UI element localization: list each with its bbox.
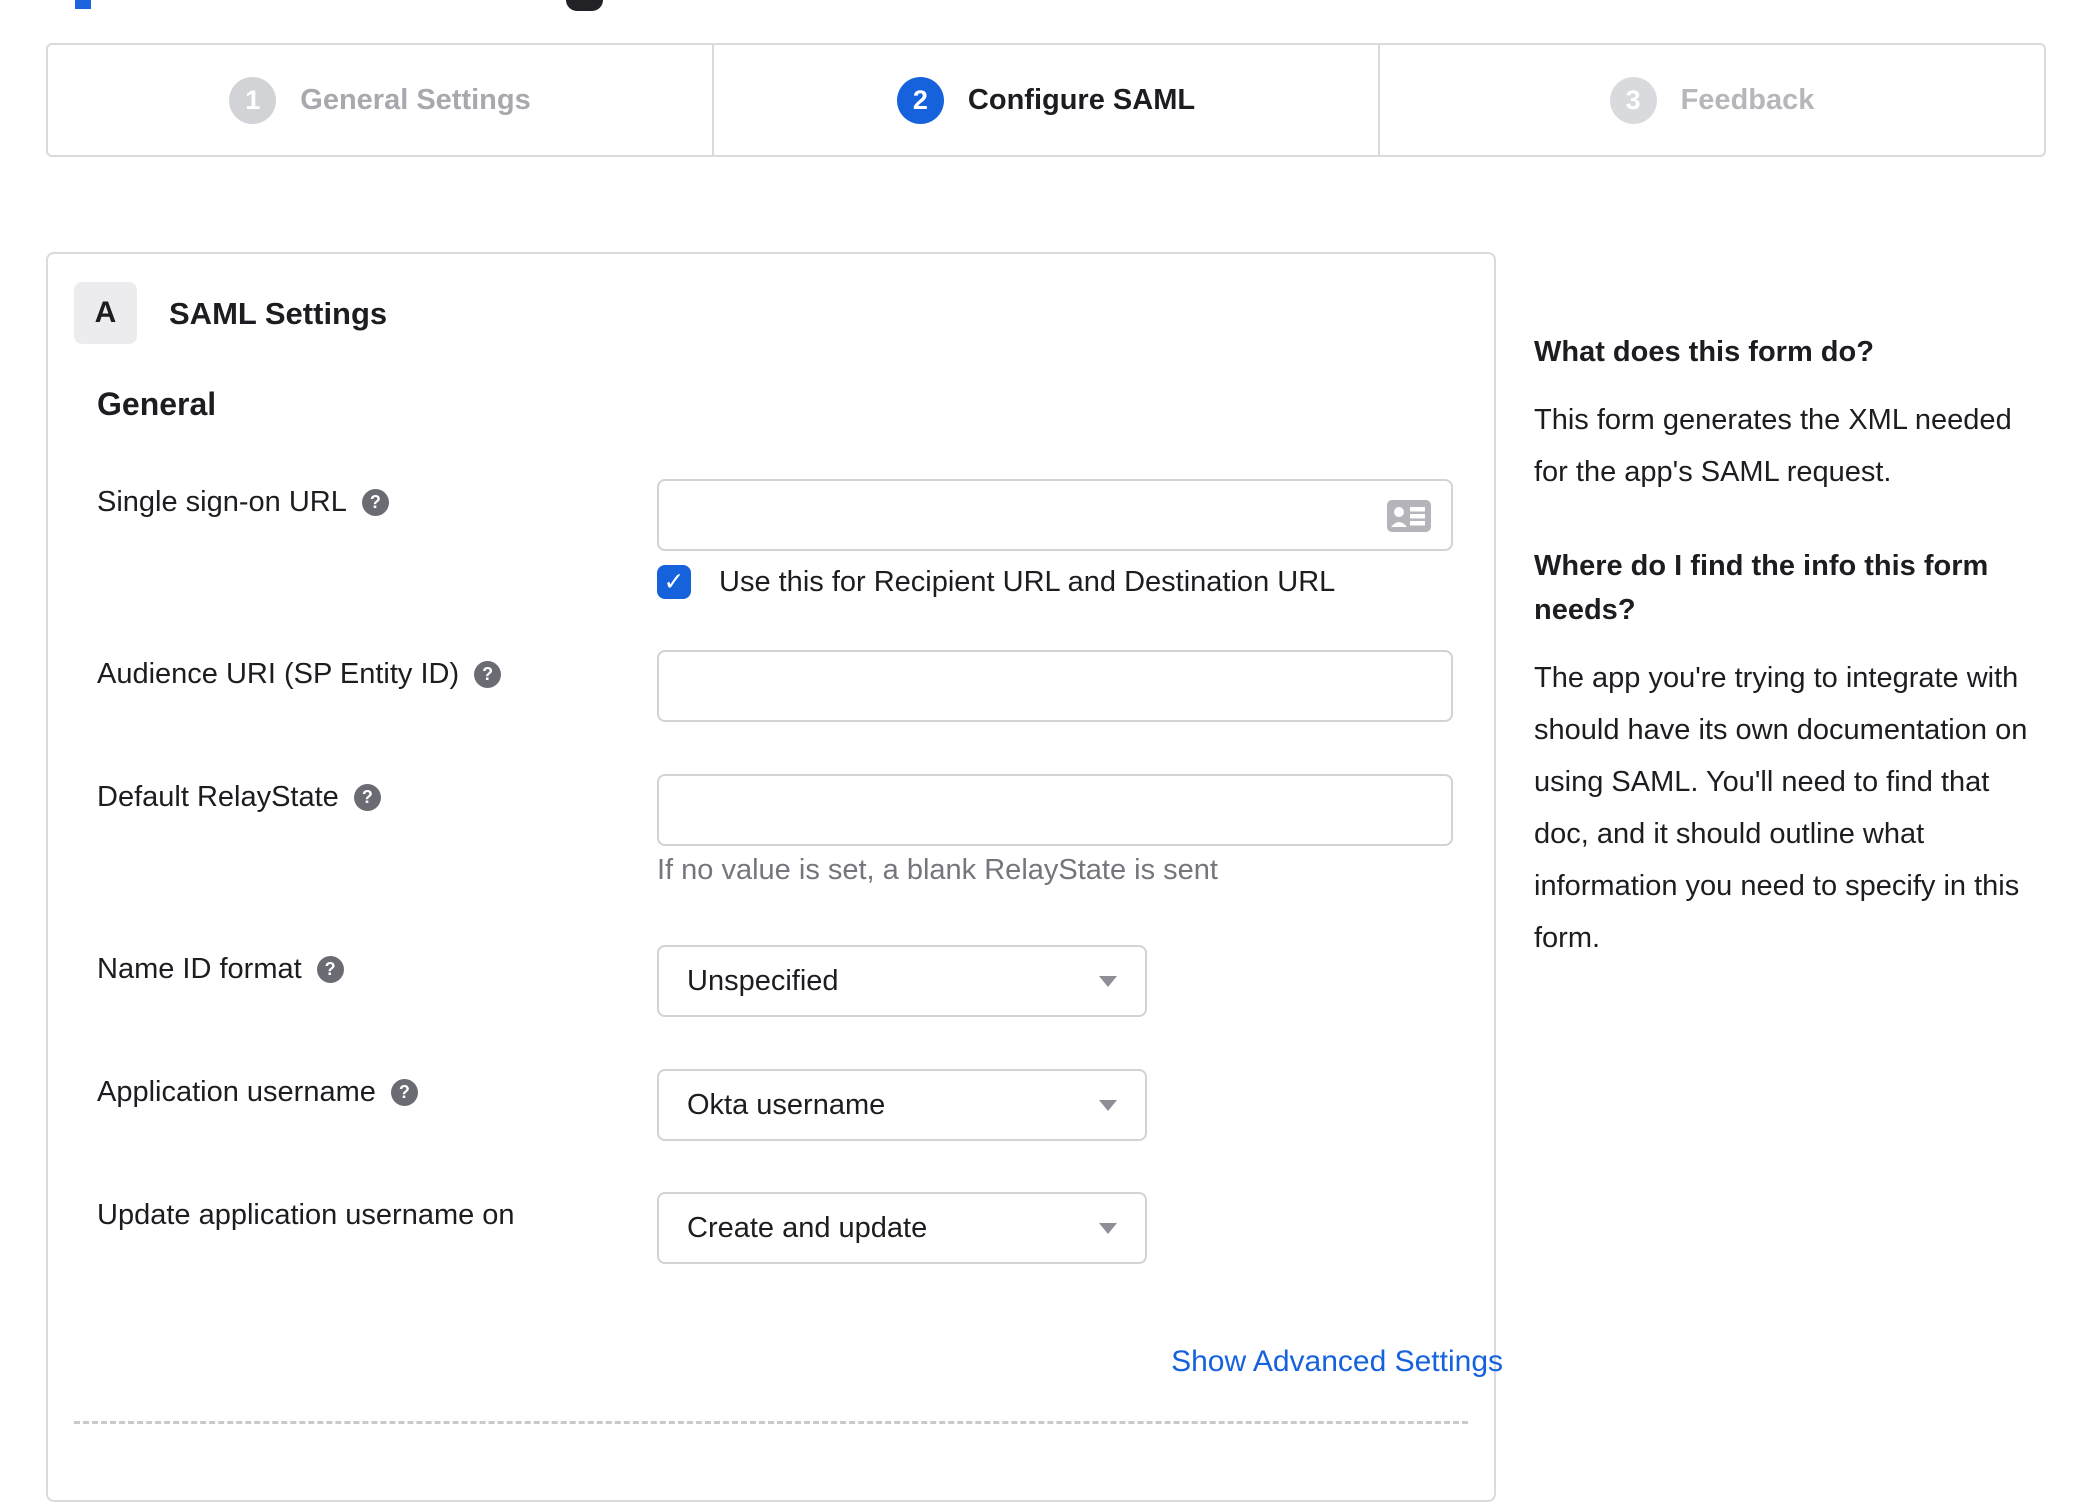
- help-icon[interactable]: ?: [353, 783, 381, 811]
- section-a-badge: A: [74, 282, 137, 344]
- help-body-where: The app you're trying to integrate with …: [1534, 662, 2028, 954]
- relay-state-label: Default RelayState: [97, 780, 339, 813]
- cutoff-title-fragment-dark: [566, 0, 603, 11]
- step-2-number-badge: 2: [896, 76, 944, 124]
- help-heading-what: What does this form do?: [1534, 336, 1874, 368]
- general-section-heading: General: [97, 386, 217, 422]
- checkmark-icon: ✓: [663, 568, 685, 596]
- application-username-label-row: Application username ?: [97, 1074, 418, 1110]
- update-app-username-value: Create and update: [687, 1211, 928, 1244]
- chevron-down-icon: [1099, 1099, 1117, 1111]
- chevron-down-icon: [1099, 1222, 1117, 1234]
- recipient-url-checkbox[interactable]: ✓: [657, 565, 691, 599]
- panel-title: SAML Settings: [169, 296, 388, 331]
- step-configure-saml[interactable]: 2 Configure SAML: [712, 45, 1378, 155]
- step-feedback[interactable]: 3 Feedback: [1378, 45, 2044, 155]
- step-3-label: Feedback: [1680, 83, 1815, 116]
- application-username-select[interactable]: Okta username: [657, 1069, 1147, 1141]
- name-id-format-value: Unspecified: [687, 964, 839, 997]
- help-sidebar: What does this form do? This form genera…: [1534, 330, 2030, 1010]
- sso-url-input[interactable]: [657, 479, 1453, 551]
- update-app-username-label: Update application username on: [97, 1198, 515, 1231]
- recipient-url-checkbox-row: ✓ Use this for Recipient URL and Destina…: [657, 565, 1335, 599]
- step-3-number-badge: 3: [1609, 76, 1657, 124]
- advanced-settings-divider: [74, 1421, 1468, 1424]
- help-icon[interactable]: ?: [361, 488, 389, 516]
- step-1-label: General Settings: [300, 83, 531, 116]
- application-username-value: Okta username: [687, 1088, 886, 1121]
- recipient-url-checkbox-label: Use this for Recipient URL and Destinati…: [719, 565, 1336, 598]
- relay-state-input[interactable]: [657, 774, 1453, 846]
- step-general-settings[interactable]: 1 General Settings: [48, 45, 712, 155]
- help-icon[interactable]: ?: [316, 955, 344, 983]
- show-advanced-settings-link[interactable]: Show Advanced Settings: [657, 1345, 1503, 1379]
- relay-state-hint: If no value is set, a blank RelayState i…: [657, 854, 1218, 886]
- help-icon[interactable]: ?: [390, 1078, 418, 1106]
- step-2-label: Configure SAML: [967, 83, 1196, 116]
- audience-uri-label: Audience URI (SP Entity ID): [97, 657, 460, 690]
- wizard-stepper: 1 General Settings 2 Configure SAML 3 Fe…: [46, 43, 2046, 157]
- chevron-down-icon: [1099, 975, 1117, 987]
- application-username-label: Application username: [97, 1075, 376, 1108]
- update-app-username-select[interactable]: Create and update: [657, 1192, 1147, 1264]
- audience-uri-input[interactable]: [657, 650, 1453, 722]
- contact-card-icon: [1387, 500, 1431, 532]
- step-1-number-badge: 1: [229, 76, 277, 124]
- saml-settings-panel: A SAML Settings General Single sign-on U…: [46, 252, 1503, 1502]
- relay-state-label-row: Default RelayState ?: [97, 779, 381, 815]
- audience-uri-label-row: Audience URI (SP Entity ID) ?: [97, 656, 502, 692]
- sso-url-label: Single sign-on URL: [97, 485, 347, 518]
- help-heading-where: Where do I find the info this form needs…: [1534, 550, 1989, 626]
- cutoff-title-fragment-blue: [75, 0, 91, 9]
- update-app-username-label-row: Update application username on: [97, 1197, 515, 1233]
- name-id-format-label: Name ID format: [97, 952, 302, 985]
- help-icon[interactable]: ?: [474, 660, 502, 688]
- sso-url-label-row: Single sign-on URL ?: [97, 484, 389, 520]
- name-id-format-label-row: Name ID format ?: [97, 951, 344, 987]
- name-id-format-select[interactable]: Unspecified: [657, 945, 1147, 1017]
- help-body-what: This form generates the XML needed for t…: [1534, 404, 2012, 488]
